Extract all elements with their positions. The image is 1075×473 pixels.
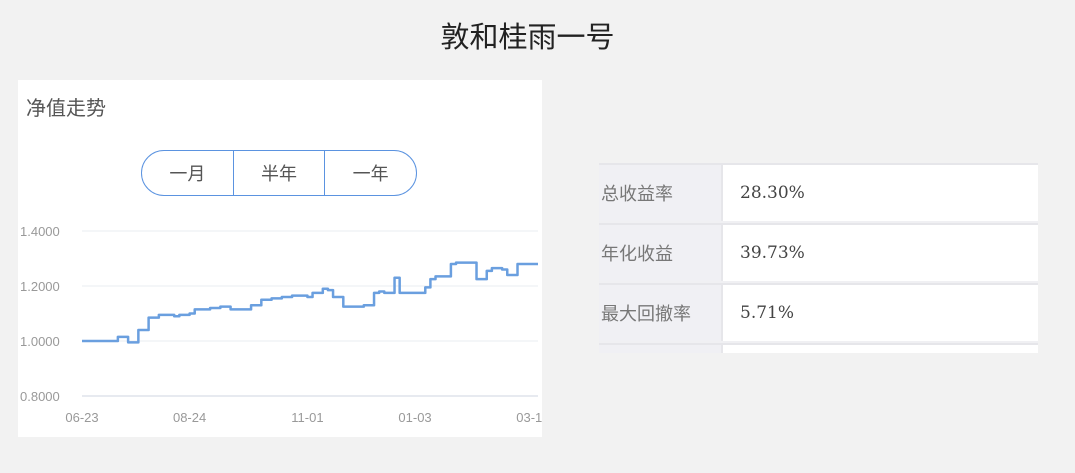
nav-series-line — [82, 261, 538, 344]
x-tick-label: 11-01 — [291, 410, 323, 425]
nav-chart-card: 净值走势 一月 半年 一年 0.8000 1.0000 1.2000 1.4000 06… — [18, 80, 542, 437]
y-tick-label: 0.8000 — [20, 389, 60, 404]
x-tick-label: 03-13 — [516, 410, 542, 425]
y-tick-label: 1.0000 — [20, 334, 60, 349]
range-tab-half-year[interactable]: 半年 — [234, 151, 326, 195]
x-tick-label: 01-03 — [398, 410, 431, 425]
stat-row-max-drawdown: 最大回撤率 5.71% — [599, 283, 1038, 341]
range-tab-one-year[interactable]: 一年 — [325, 151, 416, 195]
y-tick-label: 1.4000 — [20, 224, 60, 239]
stats-table: 总收益率 28.30% 年化收益 39.73% 最大回撤率 5.71% — [599, 163, 1038, 353]
stat-label — [599, 345, 721, 353]
stat-value: 5.71% — [721, 285, 1038, 341]
stat-value — [721, 345, 1038, 353]
page-title: 敦和桂雨一号 — [440, 20, 615, 54]
x-tick-label: 08-24 — [173, 410, 206, 425]
stat-row-annualized-return: 年化收益 39.73% — [599, 223, 1038, 281]
chart-card-title: 净值走势 — [26, 96, 106, 120]
nav-line-chart: 0.8000 1.0000 1.2000 1.4000 06-23 08-24 11-01 0… — [20, 224, 542, 425]
y-tick-label: 1.2000 — [20, 279, 60, 294]
stat-value: 39.73% — [721, 225, 1038, 281]
stat-value: 28.30% — [721, 165, 1038, 221]
range-selector: 一月 半年 一年 — [141, 150, 417, 196]
range-tab-one-month[interactable]: 一月 — [142, 151, 234, 195]
stat-label: 最大回撤率 — [599, 285, 721, 341]
stat-label: 年化收益 — [599, 225, 721, 281]
stat-row-total-return: 总收益率 28.30% — [599, 163, 1038, 221]
x-tick-label: 06-23 — [65, 410, 98, 425]
stat-row-empty — [599, 343, 1038, 353]
stat-label: 总收益率 — [599, 165, 721, 221]
